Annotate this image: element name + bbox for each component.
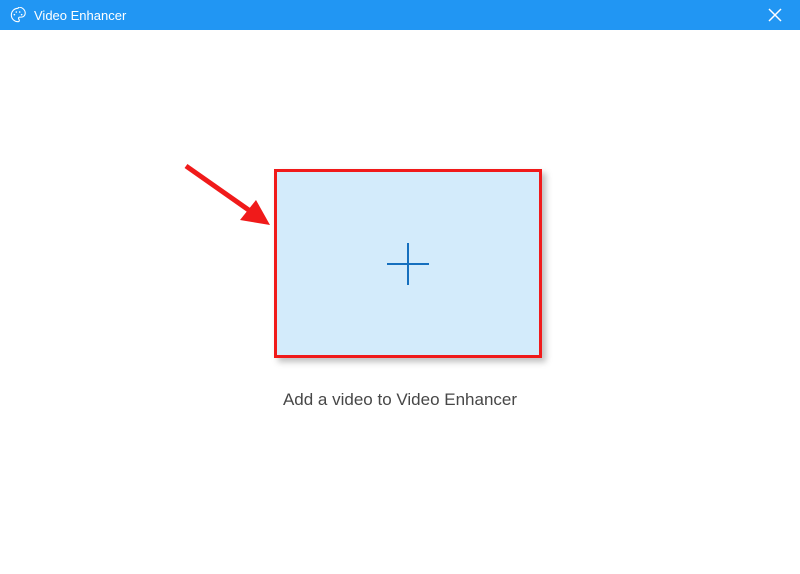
annotation-arrow-icon xyxy=(178,158,278,238)
palette-icon xyxy=(10,7,26,23)
main-content: Add a video to Video Enhancer xyxy=(0,30,800,574)
close-icon xyxy=(768,8,782,22)
close-button[interactable] xyxy=(760,0,790,30)
dropzone-caption: Add a video to Video Enhancer xyxy=(0,390,800,410)
window-title: Video Enhancer xyxy=(34,8,760,23)
titlebar: Video Enhancer xyxy=(0,0,800,30)
plus-icon xyxy=(383,239,433,289)
add-video-dropzone[interactable] xyxy=(274,169,542,358)
